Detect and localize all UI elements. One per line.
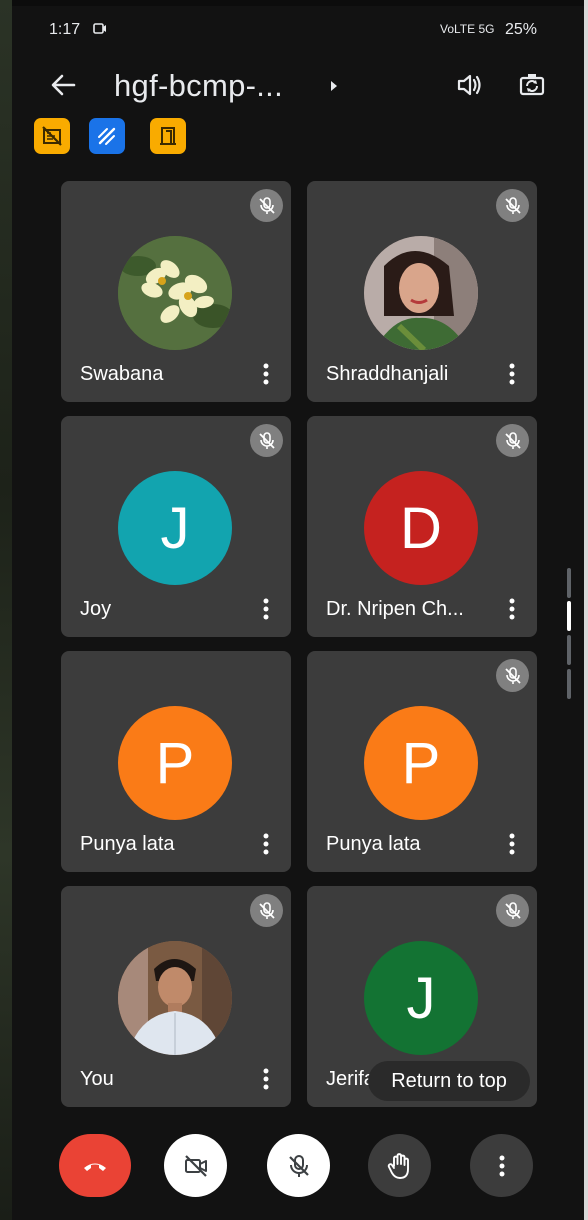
mic-off-icon	[258, 196, 275, 214]
end-call-icon	[84, 1163, 106, 1171]
muted-badge	[250, 189, 283, 222]
mic-off-icon	[288, 1154, 309, 1177]
return-to-top-button[interactable]: Return to top	[368, 1061, 530, 1101]
avatar-initial: P	[118, 706, 232, 820]
more-options-icon	[499, 1155, 504, 1176]
mic-off-icon	[504, 666, 521, 684]
raise-hand-button[interactable]	[368, 1134, 431, 1197]
raise-hand-icon	[387, 1152, 409, 1179]
speaker-icon[interactable]	[455, 70, 485, 100]
participant-name: Dr. Nripen Ch...	[326, 598, 464, 620]
more-options-icon[interactable]	[509, 833, 515, 855]
participant-name: You	[80, 1068, 114, 1090]
participant-tile[interactable]: You	[61, 886, 291, 1107]
mic-toggle-button[interactable]	[267, 1134, 330, 1197]
avatar-photo	[118, 236, 232, 350]
phone-screen: 1:17 VoLTE 5G 25% hgf-bcmp-... Swabana S…	[12, 6, 584, 1220]
whiteboard-badge[interactable]	[89, 118, 125, 154]
avatar-initial: J	[364, 941, 478, 1055]
participant-tile[interactable]: D Dr. Nripen Ch...	[307, 416, 537, 637]
participant-name: Shraddhanjali	[326, 363, 449, 385]
camera-toggle-button[interactable]	[164, 1134, 227, 1197]
participant-tile[interactable]: Swabana	[61, 181, 291, 402]
photo-edge-right	[584, 0, 588, 1220]
muted-badge	[496, 189, 529, 222]
more-options-icon[interactable]	[509, 363, 515, 385]
camera-flip-icon[interactable]	[516, 69, 548, 101]
participant-tile[interactable]: P Punya lata	[307, 651, 537, 872]
call-controls	[12, 1134, 584, 1200]
end-call-button[interactable]	[59, 1134, 131, 1197]
battery-level: 25%	[505, 21, 538, 38]
more-options-icon[interactable]	[263, 363, 269, 385]
muted-badge	[250, 424, 283, 457]
participant-name: Swabana	[80, 363, 164, 385]
participant-name: Punya lata	[80, 833, 175, 855]
meeting-title[interactable]: hgf-bcmp-...	[114, 68, 283, 104]
mic-off-icon	[258, 431, 275, 449]
muted-badge	[250, 894, 283, 927]
more-options-icon[interactable]	[509, 598, 515, 620]
camera-off-icon	[184, 1154, 207, 1177]
avatar-initial: P	[364, 706, 478, 820]
muted-badge	[496, 659, 529, 692]
door-icon	[160, 127, 176, 145]
participant-name: Punya lata	[326, 833, 421, 855]
avatar-initial: J	[118, 471, 232, 585]
no-recording-badge[interactable]	[34, 118, 70, 154]
avatar-photo	[118, 941, 232, 1055]
network-indicator: VoLTE 5G	[440, 22, 495, 36]
whiteboard-pen-icon	[98, 127, 116, 145]
more-options-icon[interactable]	[263, 598, 269, 620]
chevron-right-icon[interactable]	[329, 80, 339, 92]
mic-off-icon	[258, 901, 275, 919]
participant-tile[interactable]: Shraddhanjali	[307, 181, 537, 402]
participant-tile[interactable]: P Punya lata	[61, 651, 291, 872]
photo-edge-left	[0, 0, 12, 1220]
no-recording-icon	[42, 126, 62, 146]
status-bar: 1:17 VoLTE 5G 25%	[12, 6, 584, 52]
mic-off-icon	[504, 901, 521, 919]
muted-badge	[496, 424, 529, 457]
more-options-icon[interactable]	[263, 1068, 269, 1090]
man-photo	[118, 941, 232, 1055]
participant-tile[interactable]: J Joy	[61, 416, 291, 637]
mic-off-icon	[504, 196, 521, 214]
participant-name: Joy	[80, 598, 112, 620]
more-options-icon[interactable]	[263, 833, 269, 855]
avatar-initial: D	[364, 471, 478, 585]
flowers-photo	[118, 236, 232, 350]
call-header: hgf-bcmp-...	[12, 58, 584, 118]
scrollbar[interactable]	[567, 568, 571, 708]
avatar-photo	[364, 236, 478, 350]
muted-badge	[496, 894, 529, 927]
screen-cast-icon	[93, 23, 106, 34]
breakout-door-badge[interactable]	[150, 118, 186, 154]
woman-photo	[364, 236, 478, 350]
back-arrow-icon[interactable]	[50, 72, 76, 98]
status-time: 1:17	[49, 21, 81, 38]
mic-off-icon	[504, 431, 521, 449]
more-options-button[interactable]	[470, 1134, 533, 1197]
